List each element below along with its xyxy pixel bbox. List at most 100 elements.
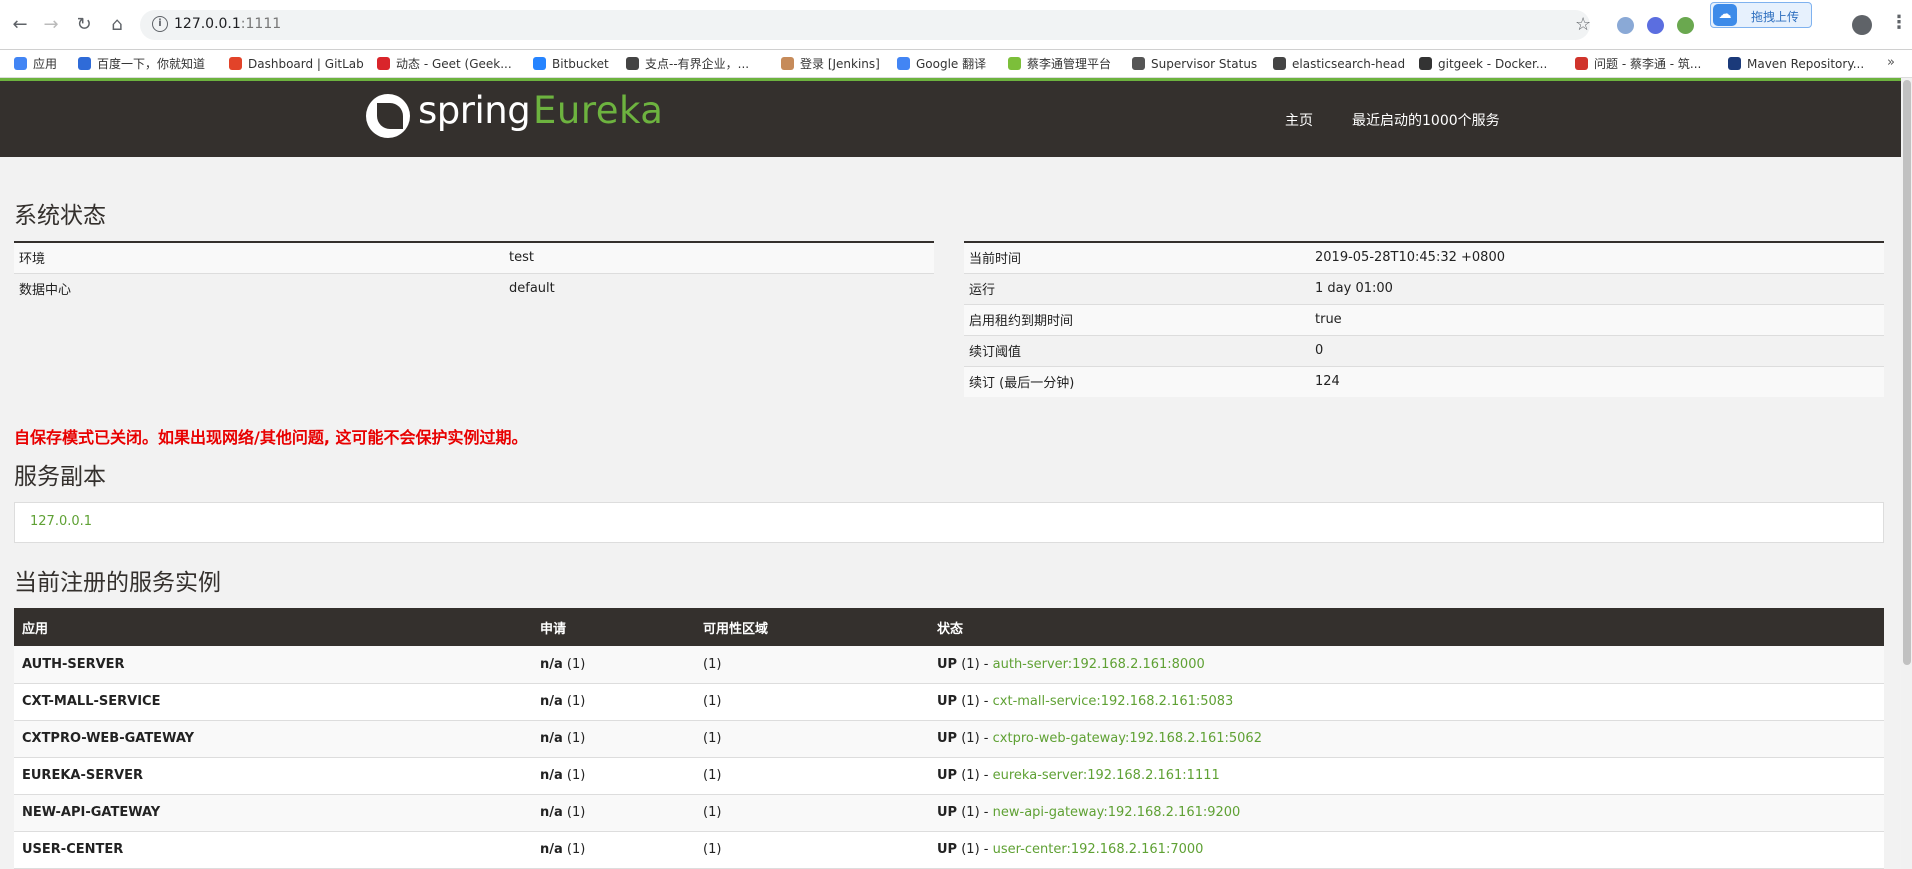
zones-value: (1) [695, 646, 929, 684]
bookmark-item[interactable]: Maven Repository... [1728, 50, 1864, 78]
status-up: UP [937, 805, 958, 820]
forward-icon[interactable]: → [40, 14, 62, 36]
status-key: 续订 (最后一分钟) [964, 365, 1310, 397]
ami-value: n/a [540, 656, 563, 672]
instance-link[interactable]: cxtpro-web-gateway:192.168.2.161:5062 [993, 731, 1262, 746]
bookmark-label: 登录 [Jenkins] [800, 57, 880, 71]
home-icon[interactable]: ⌂ [106, 14, 128, 36]
bookmark-item[interactable]: Supervisor Status [1132, 50, 1257, 78]
extension-icon[interactable] [1677, 17, 1694, 34]
status-count: (1) [961, 768, 980, 783]
status-separator: - [983, 656, 989, 672]
bookmark-item[interactable]: 动态 - Geet (Geek... [377, 50, 512, 78]
system-status-left-table: 环境 test 数据中心 default [14, 241, 934, 304]
info-icon[interactable]: i [152, 16, 168, 32]
app-name: USER-CENTER [14, 831, 532, 869]
chevron-right-icon[interactable]: » [1887, 55, 1895, 70]
browser-menu-icon[interactable]: ⋮ [1890, 12, 1908, 33]
back-icon[interactable]: ← [9, 14, 31, 36]
status-up: UP [937, 731, 958, 746]
status-separator: - [983, 842, 989, 857]
table-row: AUTH-SERVER n/a (1) (1) UP (1) - auth-se… [14, 646, 1884, 684]
app-name: CXT-MALL-SERVICE [14, 683, 532, 721]
bookmark-item[interactable]: Bitbucket [533, 50, 609, 78]
eureka-header: spring Eureka 主页 最近启动的1000个服务 [0, 81, 1901, 157]
table-row: CXT-MALL-SERVICE n/a (1) (1) UP (1) - cx… [14, 683, 1884, 721]
status-count: (1) [961, 731, 980, 746]
status-value: default [504, 272, 934, 304]
status-separator: - [983, 805, 989, 820]
status-up: UP [937, 656, 958, 672]
bookmark-item[interactable]: 蔡李通管理平台 [1008, 50, 1111, 78]
profile-avatar-icon[interactable] [1852, 15, 1872, 35]
bookmark-item[interactable]: 支点--有界企业，... [626, 50, 749, 78]
page-scrollbar-thumb[interactable] [1903, 80, 1911, 665]
table-row: 续订 (最后一分钟) 124 [964, 365, 1884, 397]
table-row: 启用租约到期时间 true [964, 303, 1884, 335]
bookmark-item[interactable]: gitgeek - Docker... [1419, 50, 1547, 78]
instance-link[interactable]: user-center:192.168.2.161:7000 [993, 842, 1204, 857]
status-up: UP [937, 768, 958, 783]
google-translate-icon [897, 57, 910, 70]
table-row: NEW-API-GATEWAY n/a (1) (1) UP (1) - new… [14, 794, 1884, 832]
status-count: (1) [961, 694, 980, 709]
bookmark-item[interactable]: 登录 [Jenkins] [781, 50, 880, 78]
status-count: (1) [961, 656, 980, 672]
bookmark-item[interactable]: Google 翻译 [897, 50, 986, 78]
reload-icon[interactable]: ↻ [73, 14, 95, 36]
ami-value: n/a [540, 694, 563, 709]
logo-spring-text[interactable]: spring [418, 89, 531, 132]
browser-toolbar: ← → ↻ ⌂ i 127.0.0.1:1111 ☆ ☁ 拖拽上传 ⋮ [0, 0, 1912, 50]
status-up: UP [937, 842, 958, 857]
address-bar[interactable]: i 127.0.0.1:1111 [140, 10, 1590, 40]
status-separator: - [983, 731, 989, 746]
replica-link[interactable]: 127.0.0.1 [30, 514, 92, 529]
bookmark-label: Maven Repository... [1747, 57, 1865, 71]
extension-icon[interactable] [1617, 17, 1634, 34]
bookmark-label: 问题 - 蔡李通 - 筑... [1594, 57, 1702, 71]
maven-icon [1728, 57, 1741, 70]
instance-link[interactable]: new-api-gateway:192.168.2.161:9200 [993, 805, 1241, 820]
bookmark-item[interactable]: 应用 [14, 50, 57, 78]
jenkins-icon [781, 57, 794, 70]
app-name: NEW-API-GATEWAY [14, 794, 532, 832]
extension-icon[interactable] [1647, 17, 1664, 34]
status-key: 数据中心 [14, 272, 504, 304]
bookmark-star-icon[interactable]: ☆ [1575, 14, 1591, 35]
status-key: 环境 [14, 241, 504, 273]
upload-badge[interactable]: ☁ 拖拽上传 [1710, 2, 1812, 28]
instance-link[interactable]: auth-server:192.168.2.161:8000 [993, 657, 1205, 672]
ami-value: n/a [540, 805, 563, 820]
bookmark-item[interactable]: 百度一下，你就知道 [78, 50, 205, 78]
app-name: EUREKA-SERVER [14, 757, 532, 795]
nav-recent-link[interactable]: 最近启动的1000个服务 [1352, 110, 1500, 130]
globe-icon [626, 57, 639, 70]
app-name: AUTH-SERVER [14, 646, 532, 684]
status-count: (1) [961, 842, 980, 857]
replicas-list: 127.0.0.1 [14, 502, 1884, 543]
url-text[interactable]: 127.0.0.1:1111 [174, 16, 281, 32]
bookmark-item[interactable]: 问题 - 蔡李通 - 筑... [1575, 50, 1701, 78]
table-row: 续订阈值 0 [964, 334, 1884, 366]
logo-eureka-text[interactable]: Eureka [533, 89, 663, 132]
table-header-row: 应用 申请 可用性区域 状态 [14, 608, 1884, 646]
column-header-ami: 申请 [532, 608, 695, 646]
column-header-status: 状态 [929, 608, 1884, 646]
system-status-right-table: 当前时间 2019-05-28T10:45:32 +0800 运行 1 day … [964, 241, 1884, 397]
bitbucket-icon [533, 57, 546, 70]
column-header-zones: 可用性区域 [695, 608, 929, 646]
instance-link[interactable]: cxt-mall-service:192.168.2.161:5083 [993, 694, 1234, 709]
leaf-icon [1008, 57, 1021, 70]
instance-link[interactable]: eureka-server:192.168.2.161:1111 [993, 768, 1220, 783]
bookmark-item[interactable]: Dashboard | GitLab [229, 50, 364, 78]
self-preservation-warning: 自保存模式已关闭。如果出现网络/其他问题, 这可能不会保护实例过期。 [14, 428, 528, 447]
bookmark-item[interactable]: elasticsearch-head [1273, 50, 1405, 78]
spring-logo-icon[interactable] [366, 94, 410, 138]
nav-home-link[interactable]: 主页 [1285, 110, 1313, 130]
status-value: true [1310, 303, 1884, 335]
ami-value: n/a [540, 768, 563, 783]
bookmark-label: Supervisor Status [1151, 57, 1258, 71]
bookmark-label: gitgeek - Docker... [1438, 57, 1548, 71]
zones-value: (1) [695, 683, 929, 721]
table-row: 环境 test [14, 241, 934, 273]
